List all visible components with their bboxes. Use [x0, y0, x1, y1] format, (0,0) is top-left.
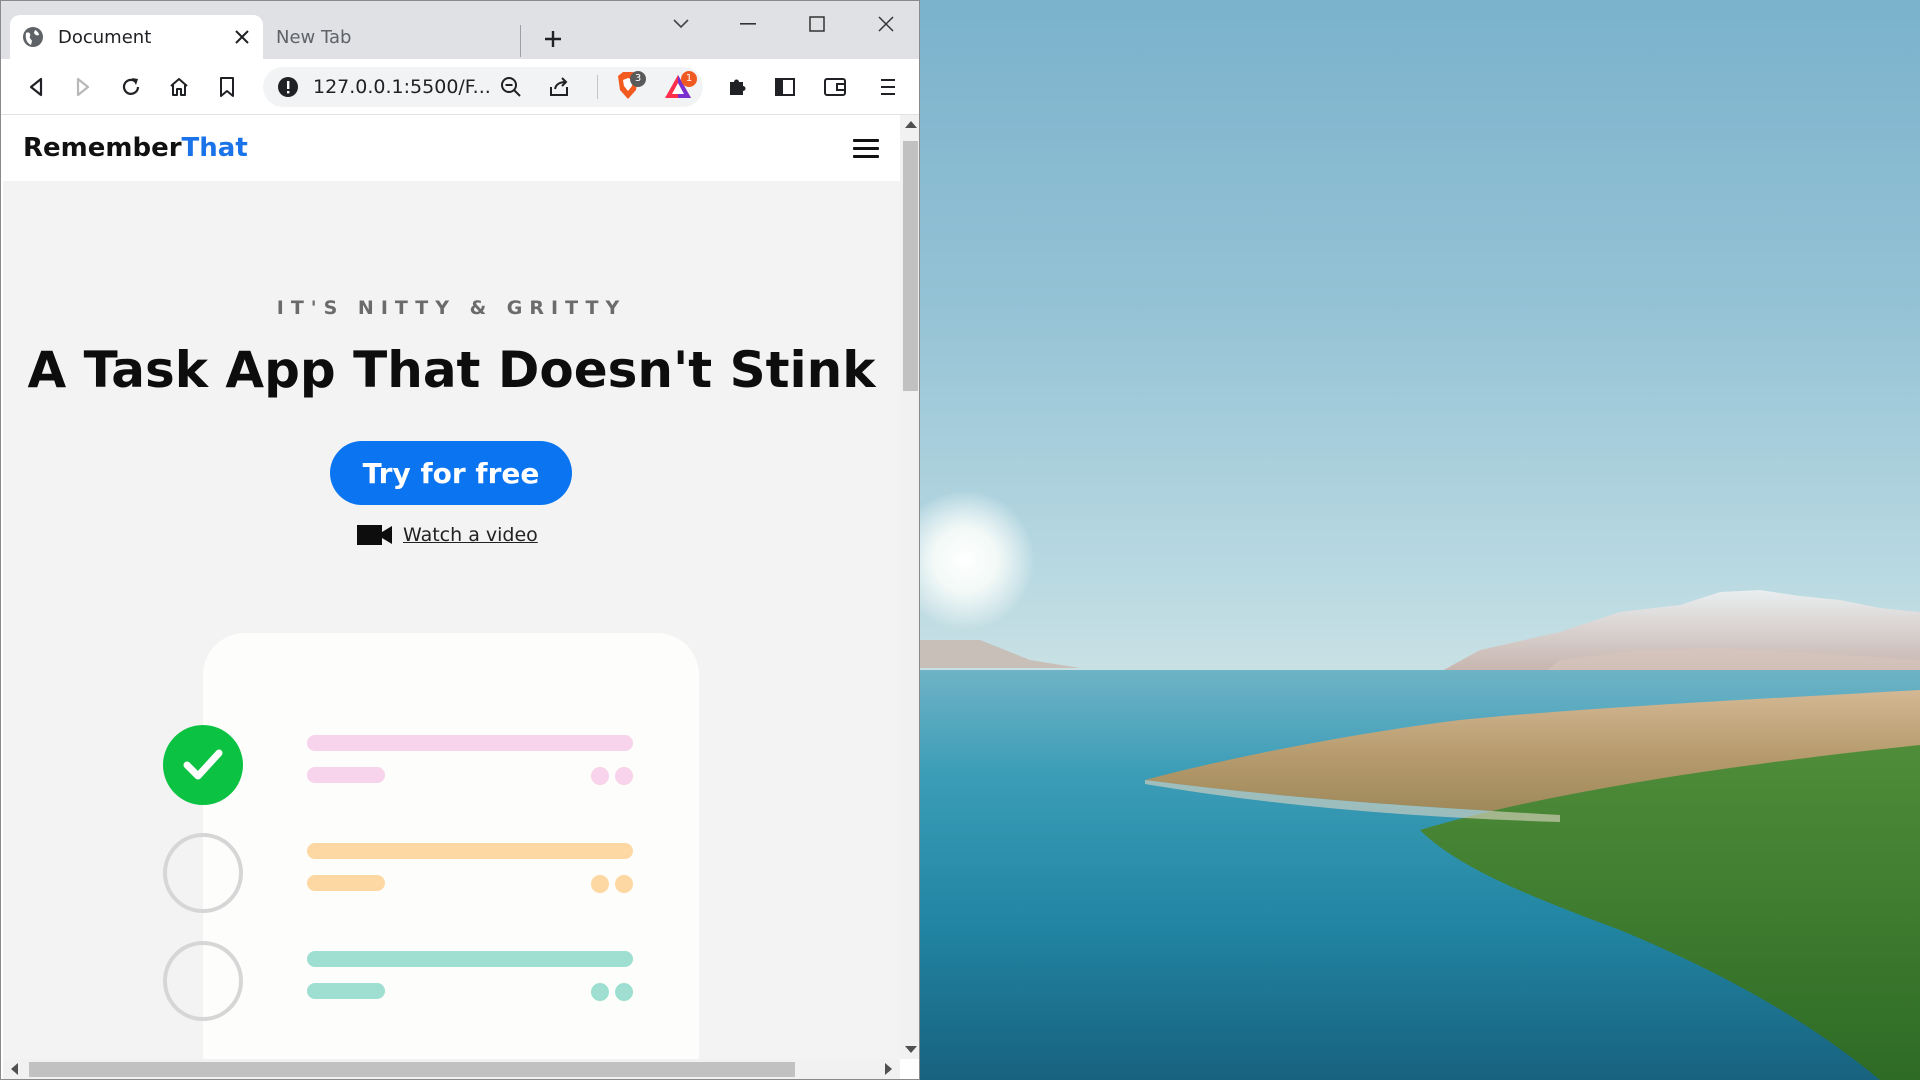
- task-dot: [615, 875, 633, 893]
- tab-strip: Document New Tab: [1, 1, 919, 59]
- video-camera-icon: [357, 525, 392, 545]
- task-title-bar: [307, 951, 633, 967]
- brave-shield-icon[interactable]: 3: [615, 71, 646, 103]
- scroll-up-arrow[interactable]: [905, 121, 917, 128]
- check-icon: [183, 749, 223, 780]
- site-logo[interactable]: RememberThat: [23, 133, 248, 163]
- task-row-done: [163, 725, 643, 809]
- extensions-icon[interactable]: [721, 71, 753, 103]
- zoom-icon[interactable]: [499, 75, 523, 99]
- task-title-bar: [307, 735, 633, 751]
- forward-icon[interactable]: [67, 71, 99, 103]
- watch-video-link[interactable]: Watch a video: [357, 523, 538, 547]
- task-dot: [591, 875, 609, 893]
- wallet-icon[interactable]: [819, 71, 851, 103]
- brave-rewards-icon[interactable]: 1: [663, 71, 697, 103]
- landscape-scene: [920, 490, 1920, 1080]
- task-title-bar: [307, 843, 633, 859]
- omnibox-divider: [597, 75, 598, 99]
- watch-video-label: Watch a video: [403, 524, 538, 546]
- tab-separator: [520, 25, 521, 57]
- desktop-wallpaper: [920, 0, 1920, 1080]
- menu-icon[interactable]: [872, 71, 904, 103]
- task-row-open: [163, 833, 643, 917]
- plus-icon[interactable]: [537, 23, 569, 55]
- vertical-scroll-thumb[interactable]: [903, 141, 918, 391]
- try-for-free-button[interactable]: Try for free: [330, 441, 572, 505]
- home-icon[interactable]: [163, 71, 195, 103]
- scroll-right-arrow[interactable]: [885, 1063, 892, 1075]
- brand-name: Remember: [23, 133, 182, 163]
- tab-title: New Tab: [276, 26, 352, 48]
- close-icon[interactable]: [231, 26, 253, 48]
- bookmark-icon[interactable]: [211, 71, 243, 103]
- address-bar[interactable]: 127.0.0.1:5500/F... 3 1: [263, 67, 703, 107]
- hero-eyebrow: IT'S NITTY & GRITTY: [276, 297, 627, 319]
- horizontal-scrollbar[interactable]: [3, 1059, 900, 1079]
- globe-icon: [23, 27, 43, 47]
- scroll-left-arrow[interactable]: [11, 1063, 18, 1075]
- horizontal-scroll-thumb[interactable]: [29, 1062, 795, 1077]
- chevron-down-icon[interactable]: [661, 9, 701, 39]
- task-subtitle-bar: [307, 767, 385, 783]
- task-dot: [591, 767, 609, 785]
- task-dot: [615, 767, 633, 785]
- info-icon[interactable]: [277, 76, 299, 98]
- maximize-icon[interactable]: [797, 9, 837, 39]
- task-checkbox-checked: [163, 725, 243, 805]
- browser-toolbar: 127.0.0.1:5500/F... 3 1: [1, 59, 919, 115]
- hero-headline: A Task App That Doesn't Stink: [27, 341, 876, 399]
- tab-new-tab[interactable]: New Tab: [263, 15, 519, 59]
- scroll-down-arrow[interactable]: [905, 1046, 917, 1053]
- site-header: RememberThat: [3, 115, 900, 181]
- task-checkbox-empty: [163, 833, 243, 913]
- task-row-open: [163, 941, 643, 1025]
- task-subtitle-bar: [307, 983, 385, 999]
- page-viewport: RememberThat IT'S NITTY & GRITTY A Task …: [3, 115, 900, 1059]
- rewards-count-badge: 1: [681, 71, 697, 87]
- task-subtitle-bar: [307, 875, 385, 891]
- sidebar-icon[interactable]: [769, 71, 801, 103]
- tab-title: Document: [58, 26, 152, 48]
- task-dot: [615, 983, 633, 1001]
- minimize-icon[interactable]: [728, 9, 768, 39]
- vertical-scrollbar[interactable]: [900, 115, 919, 1059]
- task-dot: [591, 983, 609, 1001]
- browser-window: Document New Tab 127.0.0.1:5500/F... 3 1…: [0, 0, 920, 1080]
- hamburger-icon[interactable]: [853, 139, 879, 159]
- share-icon[interactable]: [547, 75, 571, 99]
- tab-document[interactable]: Document: [10, 15, 263, 59]
- task-checkbox-empty: [163, 941, 243, 1021]
- shield-count-badge: 3: [630, 71, 646, 87]
- back-icon[interactable]: [20, 71, 52, 103]
- close-window-icon[interactable]: [866, 9, 906, 39]
- reload-icon[interactable]: [115, 71, 147, 103]
- brand-accent: That: [181, 133, 248, 163]
- url-text[interactable]: 127.0.0.1:5500/F...: [313, 76, 491, 98]
